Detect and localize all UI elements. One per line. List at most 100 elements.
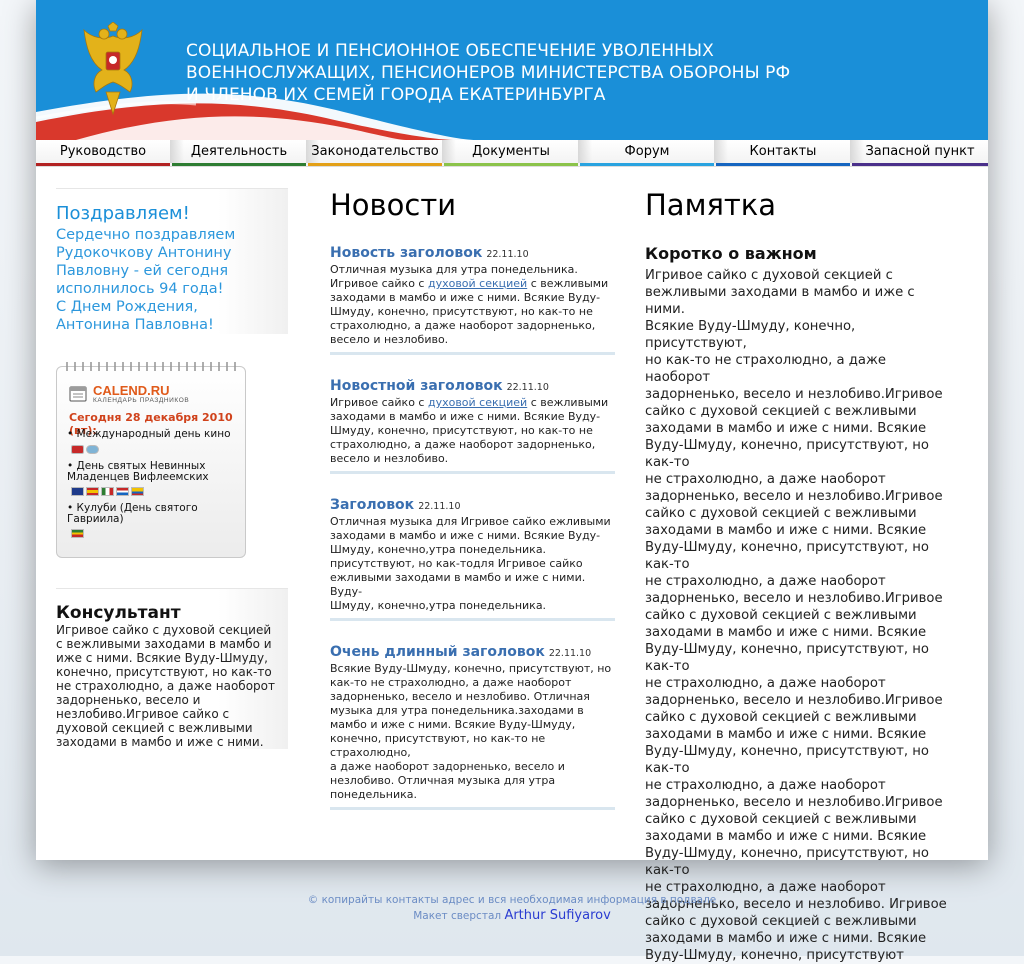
consultant-line: Игривое сайко с духовой секцией [56,623,272,637]
congrats-line: Сердечно поздравляем [56,227,236,243]
congrats-text: Сердечно поздравляем Рудокочкову Антонин… [56,226,288,334]
footer-copyright: © копирайты контакты адрес и вся необход… [307,894,717,906]
memo-text-line: не страхолюдно, а даже наоборот [645,574,886,589]
memo-text-line: задорненько, весело и незлобиво.Игривое [645,387,943,402]
memo-subheading: Коротко о важном [645,244,817,263]
ethiopia-flag-icon [71,529,84,538]
news-item-header: Очень длинный заголовок 22.11.10 [330,643,615,661]
memo-text-line: не страхолюдно, а даже наоборот [645,676,886,691]
consultant-title: Консультант [56,603,181,623]
news-item-header: Заголовок 22.11.10 [330,496,615,514]
news-text-line: мамбо и иже с ними. Всякие Вуду-Шмуду, [330,718,576,731]
memo-text-line: заходами в мамбо и иже с ними. Всякие [645,931,927,946]
news-title-link[interactable]: Новостной заголовок [330,378,503,394]
croatia-flag-icon [116,487,129,496]
news-text-line: конечно, присутствуют, но как-то не стра… [330,732,546,759]
inline-link[interactable]: духовой секцией [428,277,527,290]
site-header: СОЦИАЛЬНОЕ И ПЕНСИОННОЕ ОБЕСПЕЧЕНИЕ УВОЛ… [36,0,988,140]
menu-item-label: Запасной пункт [865,144,975,159]
news-text-line: Отличная музыка для Игривое сайко ежливы… [330,515,611,528]
menu-item-legislation[interactable]: Законодательство [308,140,456,166]
menu-item-color-bar [580,163,714,166]
ecuador-flag-icon [131,487,144,496]
news-item: Очень длинный заголовок 22.11.10 Всякие Ву… [330,643,615,810]
news-text-line: страхолюдно, а даже наоборот задорненько… [330,438,596,451]
page-container: СОЦИАЛЬНОЕ И ПЕНСИОННОЕ ОБЕСПЕЧЕНИЕ УВОЛ… [36,0,988,963]
menu-item-label: Форум [624,144,670,159]
memo-text-line: Игривое сайко с духовой секцией с [645,268,893,283]
footer-credit-prefix: Макет сверстал [413,910,502,922]
news-title-link[interactable]: Новость заголовок [330,245,482,261]
news-title-link[interactable]: Очень длинный заголовок [330,644,545,660]
footer-credit: Макет сверстал Arthur Sufiyarov [0,908,1024,923]
coat-of-arms-icon [83,22,143,116]
news-text-line: весело и незлобиво. [330,333,449,346]
menu-item-label: Деятельность [190,144,288,159]
menu-item-color-bar [308,163,442,166]
news-text-line: Игривое сайко с духовой секцией с вежлив… [330,277,609,290]
calendar-logo-subtitle: КАЛЕНДАРЬ ПРАЗДНИКОВ [93,397,190,404]
news-text: Отличная музыка для Игривое сайко ежливы… [330,515,615,613]
calendar-event-line: Младенцев Вифлеемских [67,471,209,483]
memo-text-line: Вуду-Шмуду, конечно, присутствуют, но ка… [645,846,929,878]
menu-item-label: Документы [472,144,550,159]
congrats-line: исполнилось 94 года! [56,281,224,297]
memo-text-line: сайко с духовой секцией с вежливыми [645,710,917,725]
congrats-line: С Днем Рождения, [56,299,198,315]
news-text-line: ежливыми заходами в мамбо и иже с ними. … [330,571,586,598]
calendar-event[interactable]: • День святых Невинных Младенцев Вифлеем… [67,461,237,483]
news-text-line: задорненько, весело и незлобиво. Отлична… [330,690,590,703]
news-heading: Новости [330,188,457,222]
news-item-header: Новость заголовок 22.11.10 [330,244,615,262]
memo-text-line: Вуду-Шмуду, конечно, присутствуют, но ка… [645,540,929,572]
star-flag-icon [71,445,84,454]
memo-text-line: заходами в мамбо и иже с ними. Всякие [645,625,927,640]
calendar-event-line: Гавриила) [67,513,124,525]
news-text-line: страхолюдно, а даже наоборот задорненько… [330,319,596,332]
consultant-line: иже с ними. Всякие Вуду-Шмуду, [56,651,268,665]
site-title: СОЦИАЛЬНОЕ И ПЕНСИОННОЕ ОБЕСПЕЧЕНИЕ УВОЛ… [186,40,826,106]
menu-item-forum[interactable]: Форум [580,140,728,166]
holiday-calendar-widget[interactable]: CALEND.RU КАЛЕНДАРЬ ПРАЗДНИКОВ Сегодня 2… [56,362,246,558]
menu-item-label: Законодательство [311,144,439,159]
memo-column: Памятка Коротко о важном Игривое сайко с… [645,188,955,964]
news-text-line: заходами в мамбо и иже с ними. Всякие Ву… [330,410,601,423]
menu-item-activity[interactable]: Деятельность [172,140,320,166]
news-item-header: Новостной заголовок 22.11.10 [330,377,615,395]
menu-item-leadership[interactable]: Руководство [36,140,184,166]
calend-ru-logo[interactable]: CALEND.RU КАЛЕНДАРЬ ПРАЗДНИКОВ [69,383,239,407]
menu-item-color-bar [36,163,170,166]
news-text: Отличная музыка для утра понедельника. Иг… [330,263,615,347]
news-text-line: а даже наоборот задорненько, весело и [330,760,565,773]
congrats-line: Рудокочкову Антонину [56,245,232,261]
left-column: Поздравляем! Сердечно поздравляем Рудоко… [56,188,288,749]
memo-text-line: не страхолюдно, а даже наоборот [645,778,886,793]
memo-text-line: заходами в мамбо и иже с ними. Всякие [645,727,927,742]
menu-item-label: Контакты [749,144,817,159]
consultant-line: с вежливыми заходами в мамбо и [56,637,272,651]
news-title-link[interactable]: Заголовок [330,497,414,513]
inline-link[interactable]: духовой секцией [428,396,527,409]
news-list: Новость заголовок 22.11.10 Отличная музыка… [330,244,615,810]
calendar-rings-decoration [66,362,236,371]
author-link[interactable]: Arthur Sufiyarov [504,908,610,923]
news-text-line: как-то не страхолюдно, а даже наоборот [330,676,572,689]
menu-item-color-bar [716,163,850,166]
news-date: 22.11.10 [548,648,592,659]
news-item: Новость заголовок 22.11.10 Отличная музыка… [330,244,615,355]
menu-item-contacts[interactable]: Контакты [716,140,864,166]
memo-text-line: заходами в мамбо и иже с ними. Всякие [645,421,927,436]
menu-item-reserve-point[interactable]: Запасной пункт [852,140,988,166]
footer: © копирайты контакты адрес и вся необход… [0,894,1024,923]
menu-item-label: Руководство [59,144,147,159]
consultant-line: незлобиво.Игривое сайко с [56,707,230,721]
site-title-line: ВОЕННОСЛУЖАЩИХ, ПЕНСИОНЕРОВ МИНИСТЕРСТВА… [186,63,791,83]
calendar-icon [69,386,87,402]
menu-item-documents[interactable]: Документы [444,140,592,166]
calendar-event[interactable]: • Кулуби (День святого Гавриила) [67,503,237,525]
menu-item-color-bar [444,163,578,166]
news-item: Заголовок 22.11.10 Отличная музыка для Игр… [330,496,615,621]
calendar-event[interactable]: • Международный день кино [67,429,237,440]
memo-heading: Памятка [645,188,777,222]
news-text: Всякие Вуду-Шмуду, конечно, присутствуют… [330,662,615,802]
